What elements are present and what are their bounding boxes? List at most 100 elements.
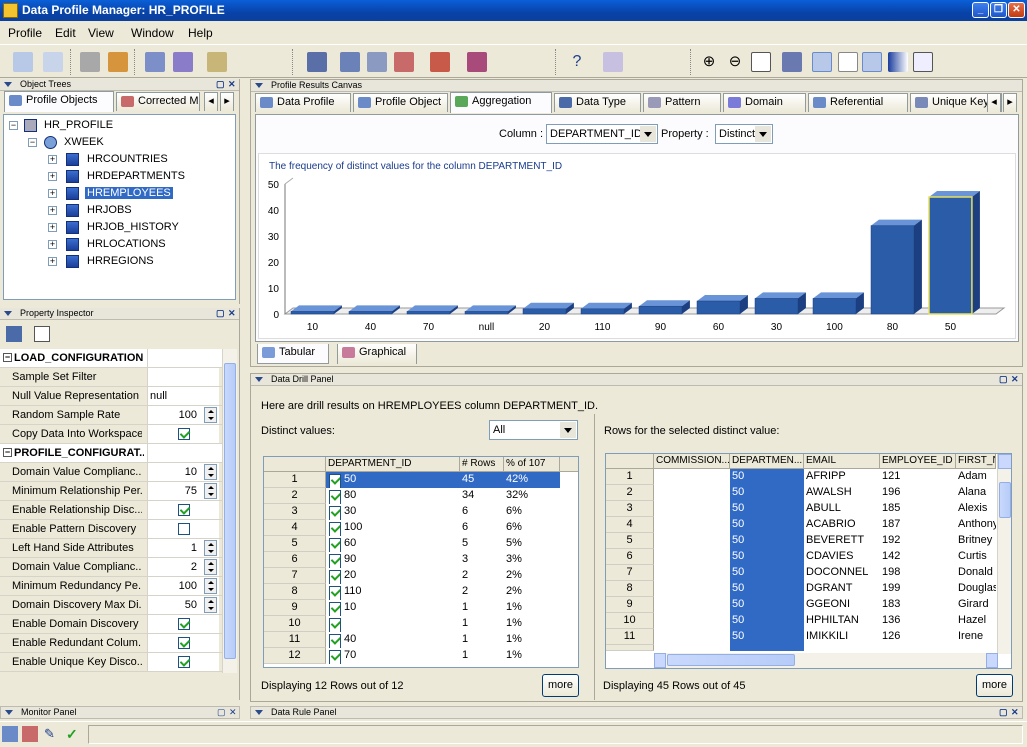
property-value[interactable]: 100: [147, 577, 219, 595]
bar-top[interactable]: [813, 292, 864, 299]
help-icon[interactable]: ?: [567, 52, 587, 72]
menu-window[interactable]: Window: [131, 26, 174, 40]
chart-type-dropdown-icon[interactable]: [782, 52, 802, 72]
table-row[interactable]: 11 40 1 1%: [264, 632, 560, 648]
column-header[interactable]: # Rows: [460, 457, 504, 472]
table-row[interactable]: 7 50 DOCONNEL 198 Donald: [606, 565, 998, 581]
menu-edit[interactable]: Edit: [55, 26, 76, 40]
property-value[interactable]: [147, 368, 219, 386]
checkbox[interactable]: [178, 428, 190, 440]
close-panel-icon[interactable]: ✕: [228, 308, 236, 319]
collapse-icon[interactable]: −: [3, 353, 12, 362]
table-row[interactable]: 2 50 AWALSH 196 Alana: [606, 485, 998, 501]
tab-scroll-left-icon[interactable]: ◂: [204, 92, 218, 111]
tree-item-table[interactable]: HRLOCATIONS: [85, 238, 168, 250]
deploy-icon[interactable]: [467, 52, 487, 72]
property-row[interactable]: Random Sample Rate 100: [0, 406, 222, 425]
checkbox[interactable]: [178, 618, 190, 630]
bar[interactable]: [754, 298, 799, 315]
properties-icon[interactable]: [13, 52, 33, 72]
table-row[interactable]: 4 100 6 6%: [264, 520, 560, 536]
table-row[interactable]: 8 110 2 2%: [264, 584, 560, 600]
spinner-icon[interactable]: [204, 464, 217, 480]
property-value[interactable]: 1: [147, 539, 219, 557]
tab-corrected-modules[interactable]: Corrected M: [116, 92, 200, 111]
bar[interactable]: [580, 308, 625, 315]
table-row[interactable]: 8 50 DGRANT 199 Douglas: [606, 581, 998, 597]
tab-referential[interactable]: Referential: [808, 93, 908, 112]
checkbox[interactable]: [178, 637, 190, 649]
table-row[interactable]: 12 70 1 1%: [264, 648, 560, 664]
menu-view[interactable]: View: [88, 26, 114, 40]
property-value[interactable]: 100: [147, 406, 219, 424]
fit-icon[interactable]: [751, 52, 771, 72]
checkbox[interactable]: [329, 490, 341, 504]
table-row[interactable]: 7 20 2 2%: [264, 568, 560, 584]
column-header[interactable]: DEPARTMEN...: [730, 454, 804, 469]
delete-rule-icon[interactable]: [394, 52, 414, 72]
bar[interactable]: [290, 311, 335, 315]
checkbox[interactable]: [178, 656, 190, 668]
property-value[interactable]: [147, 520, 219, 538]
tab-scroll-right-icon[interactable]: ▸: [1003, 93, 1017, 112]
tree-module[interactable]: XWEEK: [64, 136, 104, 148]
property-row[interactable]: Enable Relationship Disc...: [0, 501, 222, 520]
property-row[interactable]: Left Hand Side Attributes 1: [0, 539, 222, 558]
distinct-filter-select[interactable]: All: [489, 420, 578, 440]
close-panel-icon[interactable]: ✕: [1011, 374, 1019, 385]
property-row[interactable]: Enable Unique Key Disco...: [0, 653, 222, 672]
close-panel-icon[interactable]: ✕: [228, 79, 236, 90]
table-row[interactable]: 5 60 5 5%: [264, 536, 560, 552]
column-header[interactable]: EMPLOYEE_ID: [880, 454, 956, 469]
checkbox[interactable]: [329, 634, 341, 648]
pencil-icon[interactable]: ✎: [44, 726, 60, 742]
property-value[interactable]: [147, 634, 219, 652]
tab-domain[interactable]: Domain: [723, 93, 806, 112]
more-button-left[interactable]: more: [542, 674, 579, 697]
derive-rule-icon[interactable]: [307, 52, 327, 72]
checkbox[interactable]: [329, 554, 341, 568]
table-row[interactable]: 1 50 AFRIPP 121 Adam: [606, 469, 998, 485]
bar[interactable]: [522, 308, 567, 315]
copy-icon[interactable]: [913, 52, 933, 72]
tab-data-profile[interactable]: Data Profile: [255, 93, 351, 112]
tree-item-table[interactable]: HRCOUNTRIES: [85, 153, 170, 165]
property-row[interactable]: Domain Value Complianc... 2: [0, 558, 222, 577]
table-row[interactable]: 5 50 BEVERETT 192 Britney: [606, 533, 998, 549]
maximize-button[interactable]: ❐: [990, 2, 1007, 18]
print-icon[interactable]: [80, 52, 100, 72]
property-value[interactable]: null: [147, 387, 219, 405]
create-correction-icon[interactable]: [340, 52, 360, 72]
table-row[interactable]: 2 80 34 32%: [264, 488, 560, 504]
more-button-right[interactable]: more: [976, 674, 1013, 697]
bar-top[interactable]: [523, 302, 574, 309]
table-row[interactable]: 3 50 ABULL 185 Alexis: [606, 501, 998, 517]
maximize-icon[interactable]: ▢: [216, 308, 225, 319]
tab-scroll-left-icon[interactable]: ◂: [987, 93, 1001, 112]
tab-tabular[interactable]: Tabular: [257, 344, 329, 364]
close-button[interactable]: ✕: [1008, 2, 1025, 18]
grid-icon[interactable]: [862, 52, 882, 72]
property-value[interactable]: [147, 653, 219, 671]
bar[interactable]: [638, 305, 683, 315]
bar-top[interactable]: [929, 191, 980, 197]
add-object-icon[interactable]: [145, 52, 165, 72]
property-section[interactable]: − LOAD_CONFIGURATION: [0, 349, 222, 368]
property-value[interactable]: [147, 425, 219, 443]
spinner-icon[interactable]: [204, 597, 217, 613]
table-row[interactable]: 1 50 45 42%: [264, 472, 560, 488]
bar[interactable]: [696, 300, 741, 315]
expand-icon[interactable]: +: [48, 206, 57, 215]
rows-horizontal-scrollbar[interactable]: [654, 653, 998, 668]
property-row[interactable]: Domain Value Complianc... 10: [0, 463, 222, 482]
tab-graphical[interactable]: Graphical: [337, 344, 417, 364]
bar-side[interactable]: [913, 219, 922, 314]
checkbox[interactable]: [329, 618, 341, 632]
expand-icon[interactable]: +: [48, 257, 57, 266]
property-row[interactable]: Minimum Relationship Per... 75: [0, 482, 222, 501]
table-row[interactable]: 9 50 GGEONI 183 Girard: [606, 597, 998, 613]
rows-vertical-scrollbar[interactable]: [997, 454, 1011, 654]
bar-top[interactable]: [639, 300, 690, 307]
bar-top[interactable]: [407, 305, 458, 312]
bar-chart-icon[interactable]: [812, 52, 832, 72]
